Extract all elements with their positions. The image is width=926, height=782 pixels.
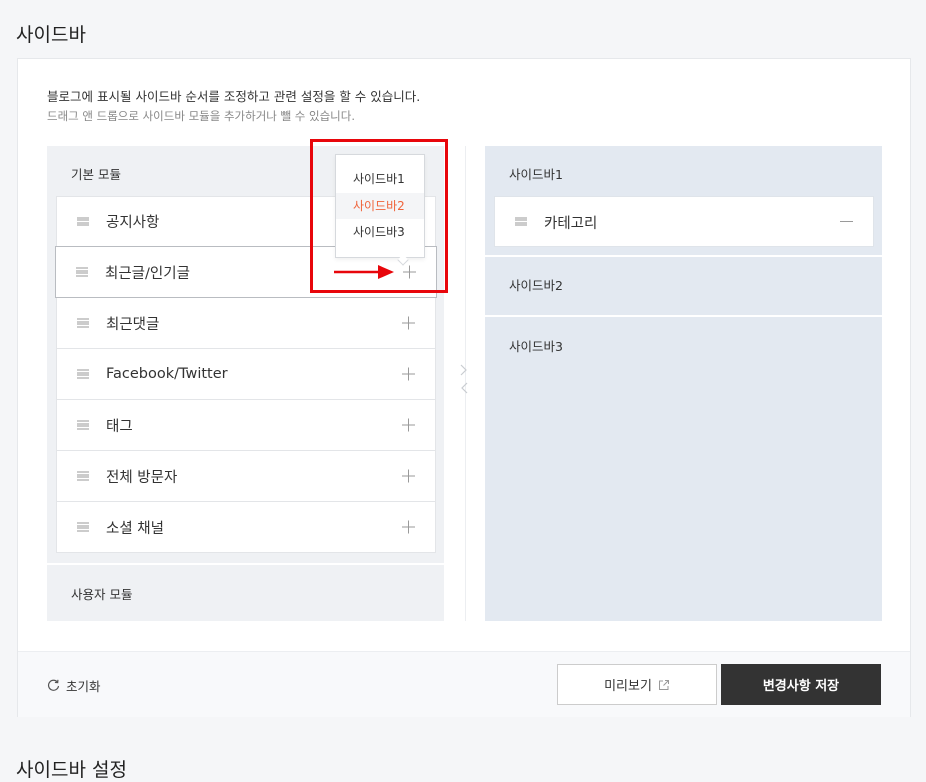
reset-button[interactable]: 초기화 (47, 676, 101, 695)
module-item-tag[interactable]: 태그 (56, 400, 436, 451)
reset-label: 초기화 (66, 679, 101, 694)
sidebar-settings-panel: 블로그에 표시될 사이드바 순서를 조정하고 관련 설정을 할 수 있습니다. … (17, 58, 911, 717)
drag-handle-icon[interactable] (77, 471, 89, 481)
drag-handle-icon[interactable] (77, 369, 89, 379)
module-label: 태그 (106, 418, 133, 435)
refresh-icon (47, 679, 60, 691)
module-label: 최근댓글 (106, 316, 160, 333)
module-item-recent-comments[interactable]: 최근댓글 (56, 298, 436, 349)
basic-modules-heading: 기본 모듈 (71, 167, 121, 182)
plus-icon[interactable] (402, 418, 415, 432)
module-label: Facebook/Twitter (106, 366, 228, 382)
plus-icon[interactable] (402, 520, 415, 534)
sidebar-zone-title: 사이드바3 (509, 339, 563, 354)
drag-handle-icon[interactable] (76, 267, 88, 277)
page-title: 사이드바 (16, 24, 86, 46)
plus-icon[interactable] (402, 469, 415, 483)
plus-icon[interactable] (402, 316, 415, 330)
sidebars-column: 사이드바1 카테고리 사이드바2 사이드바3 (485, 146, 882, 621)
sidebar-module-category[interactable]: 카테고리 (494, 196, 874, 247)
module-label: 소셜 채널 (106, 520, 164, 537)
section-title: 사이드바 설정 (16, 759, 127, 781)
minus-icon[interactable] (840, 221, 853, 222)
module-label: 공지사항 (106, 215, 160, 231)
module-label: 카테고리 (544, 216, 598, 232)
save-changes-button[interactable]: 변경사항 저장 (721, 664, 881, 705)
drag-handle-icon[interactable] (515, 217, 527, 226)
panel-footer: 초기화 미리보기 변경사항 저장 (18, 651, 910, 717)
drag-handle-icon[interactable] (77, 522, 89, 532)
drag-handle-icon[interactable] (77, 420, 89, 430)
preview-button[interactable]: 미리보기 (557, 664, 717, 705)
user-modules-heading: 사용자 모듈 (71, 587, 133, 602)
description-hint: 드래그 앤 드롭으로 사이드바 모듈을 추가하거나 뺄 수 있습니다. (47, 109, 355, 123)
preview-label: 미리보기 (604, 679, 652, 694)
sidebar-zone-1[interactable]: 사이드바1 카테고리 (485, 146, 882, 255)
external-link-icon (658, 679, 669, 690)
module-label: 전체 방문자 (106, 469, 178, 486)
module-label: 최근글/인기글 (105, 265, 190, 282)
sidebar-zone-2[interactable]: 사이드바2 (485, 257, 882, 315)
move-arrows-icon (460, 364, 468, 394)
module-item-facebook-twitter[interactable]: Facebook/Twitter (56, 349, 436, 400)
description-text: 블로그에 표시될 사이드바 순서를 조정하고 관련 설정을 할 수 있습니다. (47, 89, 421, 104)
annotation-arrow-icon (334, 265, 394, 279)
module-item-visitors[interactable]: 전체 방문자 (56, 451, 436, 502)
sidebar-zone-title: 사이드바2 (509, 278, 563, 293)
drag-handle-icon[interactable] (77, 318, 89, 328)
user-modules-section[interactable]: 사용자 모듈 (47, 563, 444, 621)
plus-icon[interactable] (402, 367, 415, 381)
sidebar-zone-3[interactable]: 사이드바3 (485, 317, 882, 621)
module-item-social-channel[interactable]: 소셜 채널 (56, 502, 436, 553)
drag-handle-icon[interactable] (77, 217, 89, 226)
sidebar-zone-title: 사이드바1 (509, 167, 563, 182)
